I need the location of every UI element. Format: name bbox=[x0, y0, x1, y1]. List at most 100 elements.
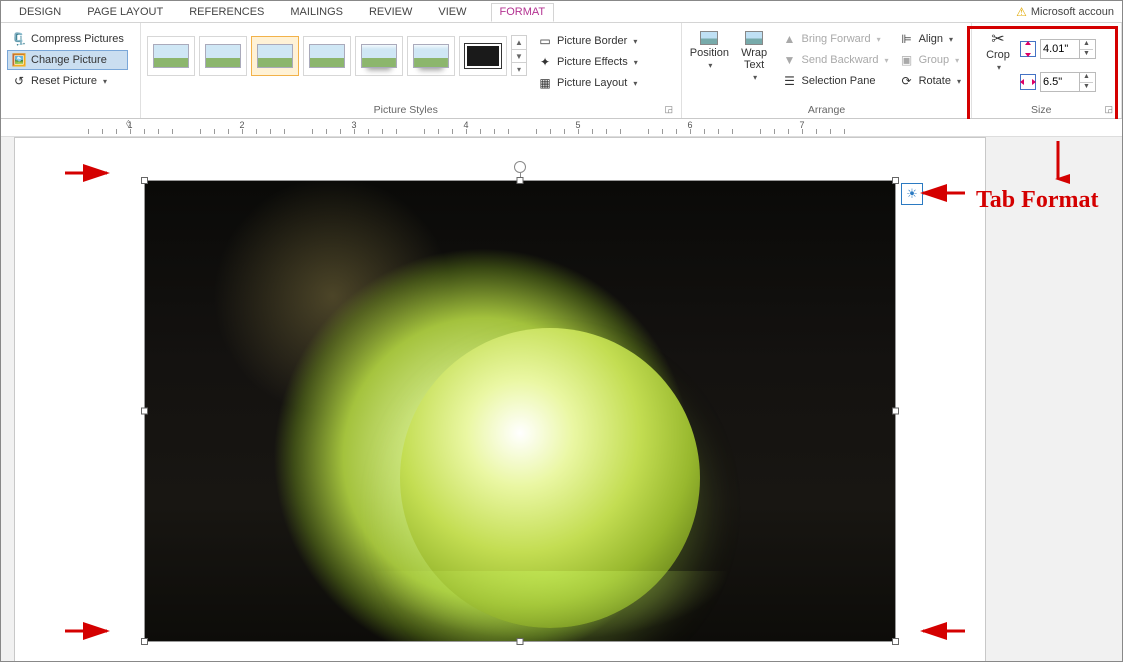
group-adjust: 🗜️ Compress Pictures 🖼️ Change Picture ↺… bbox=[1, 23, 141, 118]
change-picture-icon: 🖼️ bbox=[11, 52, 27, 68]
resize-handle-t[interactable] bbox=[517, 177, 524, 184]
style-gallery-nav: ▲ ▼ ▾ bbox=[511, 35, 527, 76]
selection-pane-label: Selection Pane bbox=[802, 75, 876, 87]
style-thumb-7[interactable] bbox=[459, 36, 507, 76]
warning-icon: ⚠ bbox=[1016, 5, 1027, 19]
group-size: ✂ Crop ▾ ▲▼ ▲▼ bbox=[972, 23, 1122, 118]
height-field[interactable] bbox=[1041, 43, 1079, 55]
spin-up-icon[interactable]: ▲ bbox=[1080, 40, 1093, 49]
align-icon: ⊫ bbox=[899, 31, 915, 47]
position-button[interactable]: Position ▾ bbox=[688, 27, 731, 70]
compress-pictures-button[interactable]: 🗜️ Compress Pictures bbox=[7, 29, 128, 49]
dropdown-icon: ▾ bbox=[877, 35, 881, 44]
bring-forward-label: Bring Forward bbox=[802, 33, 871, 45]
tab-view[interactable]: VIEW bbox=[436, 3, 468, 21]
resize-handle-l[interactable] bbox=[141, 408, 148, 415]
crop-button[interactable]: ✂ Crop ▾ bbox=[978, 27, 1018, 72]
style-thumb-4[interactable] bbox=[303, 36, 351, 76]
size-launcher-icon[interactable]: ◲ bbox=[1104, 104, 1115, 115]
ribbon-tab-list: DESIGN PAGE LAYOUT REFERENCES MAILINGS R… bbox=[9, 3, 554, 21]
reset-picture-button[interactable]: ↺ Reset Picture ▾ bbox=[7, 71, 128, 91]
align-button[interactable]: ⊫ Align ▾ bbox=[895, 29, 965, 49]
wrap-text-icon bbox=[745, 31, 763, 45]
spin-down-icon[interactable]: ▼ bbox=[1080, 49, 1093, 58]
document-area: ☀ bbox=[1, 137, 1122, 661]
width-field[interactable] bbox=[1041, 76, 1079, 88]
dropdown-icon[interactable]: ▾ bbox=[634, 58, 638, 67]
dropdown-icon: ▾ bbox=[885, 56, 889, 65]
account-area[interactable]: ⚠ Microsoft accoun bbox=[1016, 5, 1114, 19]
picture-style-gallery: ▲ ▼ ▾ bbox=[147, 27, 527, 76]
layout-options-chip[interactable]: ☀ bbox=[901, 183, 923, 205]
resize-handle-br[interactable] bbox=[892, 638, 899, 645]
gallery-more-icon[interactable]: ▾ bbox=[512, 62, 526, 75]
group-icon: ▣ bbox=[899, 52, 915, 68]
width-row: ▲▼ bbox=[1020, 72, 1096, 92]
rotate-button[interactable]: ⟳ Rotate ▾ bbox=[895, 71, 965, 91]
width-icon bbox=[1020, 74, 1036, 90]
picture-border-icon: ▭ bbox=[537, 33, 553, 49]
crop-icon: ✂ bbox=[990, 31, 1006, 47]
rotate-handle-icon[interactable] bbox=[514, 161, 526, 173]
crop-label: Crop bbox=[986, 49, 1010, 61]
picture-effects-label: Picture Effects bbox=[557, 56, 628, 68]
spin-up-icon[interactable]: ▲ bbox=[1080, 73, 1093, 82]
resize-handle-b[interactable] bbox=[517, 638, 524, 645]
tab-format[interactable]: FORMAT bbox=[491, 3, 555, 22]
horizontal-ruler[interactable]: ◊ 1234567 bbox=[1, 119, 1122, 137]
change-picture-button[interactable]: 🖼️ Change Picture bbox=[7, 50, 128, 70]
style-thumb-5[interactable] bbox=[355, 36, 403, 76]
dropdown-icon[interactable]: ▾ bbox=[633, 37, 637, 46]
wrap-text-button[interactable]: Wrap Text ▾ bbox=[733, 27, 776, 82]
dropdown-icon[interactable]: ▾ bbox=[949, 35, 953, 44]
picture-border-button[interactable]: ▭ Picture Border ▾ bbox=[533, 31, 642, 51]
dropdown-icon[interactable]: ▾ bbox=[633, 79, 637, 88]
selection-pane-button[interactable]: ☰ Selection Pane bbox=[778, 71, 893, 91]
picture-border-label: Picture Border bbox=[557, 35, 627, 47]
picture-layout-icon: ▦ bbox=[537, 75, 553, 91]
width-input[interactable]: ▲▼ bbox=[1040, 72, 1096, 92]
height-input[interactable]: ▲▼ bbox=[1040, 39, 1096, 59]
tab-mailings[interactable]: MAILINGS bbox=[288, 3, 345, 21]
dropdown-icon[interactable]: ▾ bbox=[997, 63, 1001, 72]
resize-handle-tl[interactable] bbox=[141, 177, 148, 184]
bring-forward-icon: ▲ bbox=[782, 31, 798, 47]
wrap-text-label: Wrap Text bbox=[733, 47, 776, 71]
style-thumb-2[interactable] bbox=[199, 36, 247, 76]
dropdown-icon[interactable]: ▾ bbox=[753, 73, 757, 82]
picture-effects-button[interactable]: ✦ Picture Effects ▾ bbox=[533, 52, 642, 72]
group-objects-label: Group bbox=[919, 54, 950, 66]
bring-forward-button: ▲ Bring Forward ▾ bbox=[778, 29, 893, 49]
reset-picture-dropdown-icon[interactable]: ▾ bbox=[103, 77, 107, 86]
gallery-down-icon[interactable]: ▼ bbox=[512, 49, 526, 62]
rotate-icon: ⟳ bbox=[899, 73, 915, 89]
rotate-label: Rotate bbox=[919, 75, 951, 87]
selected-image[interactable]: ☀ bbox=[144, 180, 896, 642]
dropdown-icon[interactable]: ▾ bbox=[957, 77, 961, 86]
tab-page-layout[interactable]: PAGE LAYOUT bbox=[85, 3, 165, 21]
dropdown-icon[interactable]: ▾ bbox=[708, 61, 712, 70]
tab-review[interactable]: REVIEW bbox=[367, 3, 414, 21]
page[interactable]: ☀ bbox=[14, 137, 986, 661]
selection-pane-icon: ☰ bbox=[782, 73, 798, 89]
tab-references[interactable]: REFERENCES bbox=[187, 3, 266, 21]
resize-handle-r[interactable] bbox=[892, 408, 899, 415]
style-thumb-6[interactable] bbox=[407, 36, 455, 76]
group-button: ▣ Group ▾ bbox=[895, 50, 965, 70]
align-label: Align bbox=[919, 33, 943, 45]
picture-styles-launcher-icon[interactable]: ◲ bbox=[664, 104, 675, 115]
send-backward-label: Send Backward bbox=[802, 54, 879, 66]
spin-down-icon[interactable]: ▼ bbox=[1080, 82, 1093, 91]
resize-handle-tr[interactable] bbox=[892, 177, 899, 184]
position-icon bbox=[700, 31, 718, 45]
gallery-up-icon[interactable]: ▲ bbox=[512, 36, 526, 49]
reset-picture-label: Reset Picture bbox=[31, 75, 97, 87]
compress-pictures-label: Compress Pictures bbox=[31, 33, 124, 45]
group-label-picture-styles: Picture Styles bbox=[374, 104, 438, 116]
reset-picture-icon: ↺ bbox=[11, 73, 27, 89]
resize-handle-bl[interactable] bbox=[141, 638, 148, 645]
style-thumb-1[interactable] bbox=[147, 36, 195, 76]
style-thumb-3[interactable] bbox=[251, 36, 299, 76]
tab-design[interactable]: DESIGN bbox=[17, 3, 63, 21]
picture-layout-button[interactable]: ▦ Picture Layout ▾ bbox=[533, 73, 642, 93]
